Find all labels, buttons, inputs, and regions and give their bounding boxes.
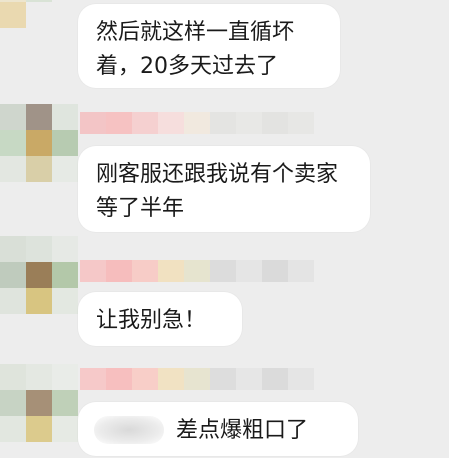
sender-name: [80, 368, 314, 390]
sender-name: [80, 112, 314, 134]
message-text: 差点爆粗口了: [176, 418, 309, 443]
message-text: 刚客服还跟我说有个卖家等了半年: [96, 162, 339, 221]
avatar[interactable]: [0, 104, 78, 182]
avatar[interactable]: [0, 0, 78, 54]
chat-window: 然后就这样一直循坏着，20多天过去了 刚客服还跟我说有个卖家等了半年 让我别急！: [0, 0, 449, 458]
message-bubble[interactable]: 让我别急！: [78, 292, 242, 346]
message-text: 然后就这样一直循坏着，20多天过去了: [96, 20, 295, 79]
message-bubble[interactable]: 然后就这样一直循坏着，20多天过去了: [78, 4, 340, 88]
avatar[interactable]: [0, 236, 78, 314]
redacted-emoji-icon: [94, 416, 164, 444]
message-bubble[interactable]: 刚客服还跟我说有个卖家等了半年: [78, 146, 370, 232]
sender-name: [80, 260, 314, 282]
message-text: 让我别急！: [96, 308, 207, 333]
avatar[interactable]: [0, 364, 78, 442]
